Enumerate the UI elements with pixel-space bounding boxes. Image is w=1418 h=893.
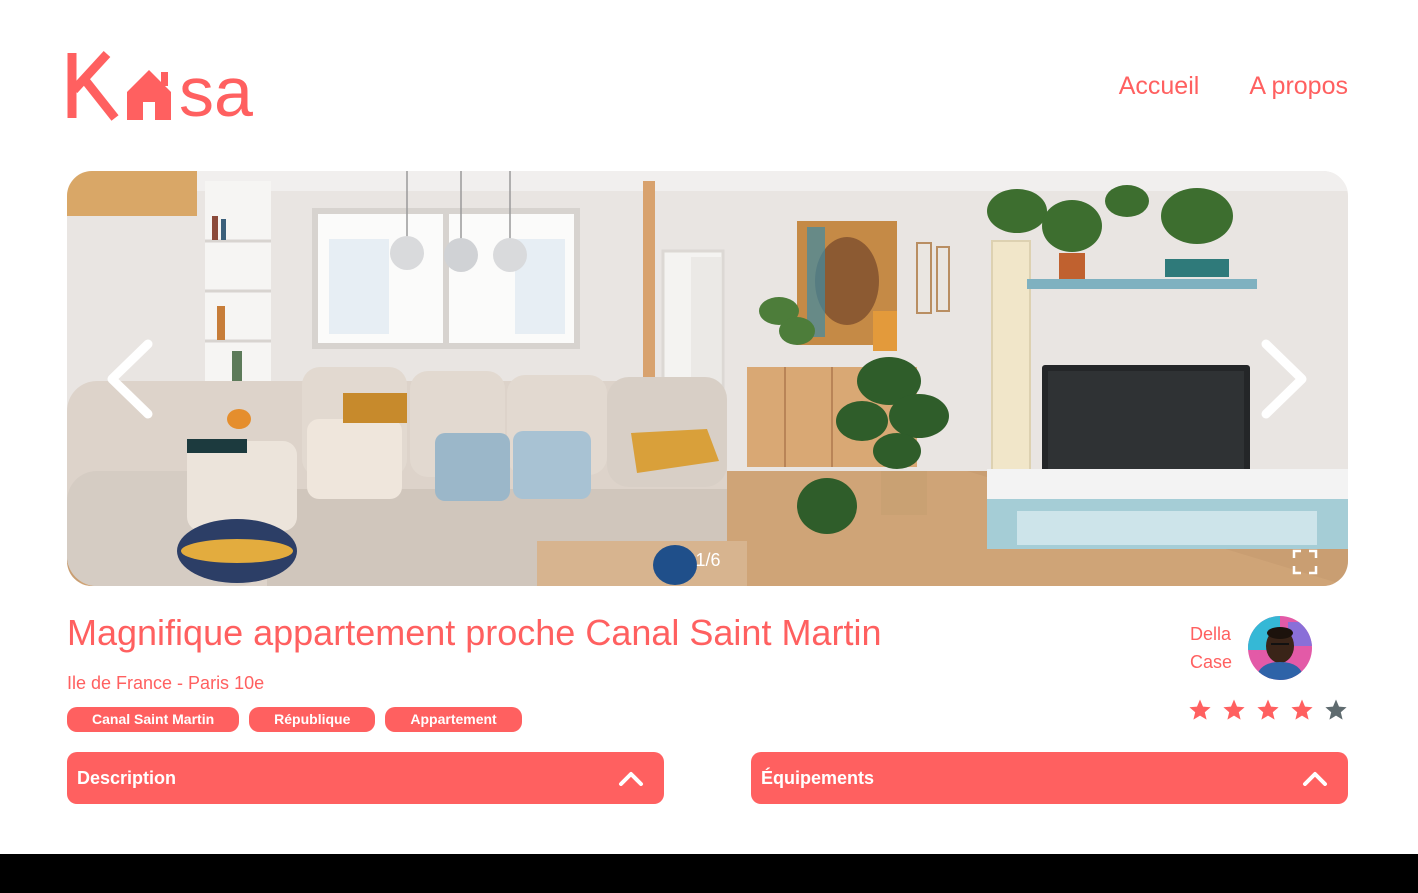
- description-label: Description: [77, 767, 177, 788]
- tag-list: Canal Saint Martin République Appartemen…: [67, 707, 522, 732]
- host-first-name: Della: [1190, 624, 1232, 644]
- apartment-photo: [67, 171, 1348, 586]
- star-filled-icon: [1291, 699, 1313, 720]
- page: sa Accueil A propos 1/6 Magnifique appar…: [0, 0, 1418, 893]
- main-nav: Accueil A propos: [1119, 72, 1348, 101]
- host-last-name: Case: [1190, 652, 1233, 672]
- equipments-label: Équipements: [761, 767, 875, 788]
- listing-title: Magnifique appartement proche Canal Sain…: [67, 612, 882, 653]
- tag: République: [249, 707, 376, 732]
- star-empty-icon: [1325, 699, 1347, 720]
- tag: Appartement: [385, 707, 522, 732]
- previous-photo-button[interactable]: [104, 338, 154, 420]
- expand-icon[interactable]: [1292, 549, 1318, 575]
- next-photo-button[interactable]: [1260, 338, 1310, 420]
- listing-location: Ile de France - Paris 10e: [67, 673, 265, 693]
- host-name: Della Case: [1190, 620, 1246, 676]
- star-filled-icon: [1257, 699, 1279, 720]
- photo-carousel: [67, 171, 1348, 586]
- description-collapse[interactable]: Description: [67, 752, 664, 804]
- chevron-up-icon[interactable]: [618, 770, 644, 786]
- tag: Canal Saint Martin: [67, 707, 240, 732]
- nav-home-link[interactable]: Accueil: [1119, 72, 1200, 101]
- star-filled-icon: [1223, 699, 1245, 720]
- rating-stars: [1188, 698, 1348, 722]
- chevron-up-icon[interactable]: [1302, 770, 1328, 786]
- host-avatar: [1248, 616, 1312, 680]
- photo-counter: 1/6: [695, 550, 721, 570]
- equipments-collapse[interactable]: Équipements: [751, 752, 1348, 804]
- kasa-logo[interactable]: sa: [67, 50, 279, 124]
- footer: [0, 854, 1418, 893]
- svg-text:sa: sa: [179, 53, 253, 124]
- nav-about-link[interactable]: A propos: [1249, 72, 1348, 101]
- star-filled-icon: [1189, 699, 1211, 720]
